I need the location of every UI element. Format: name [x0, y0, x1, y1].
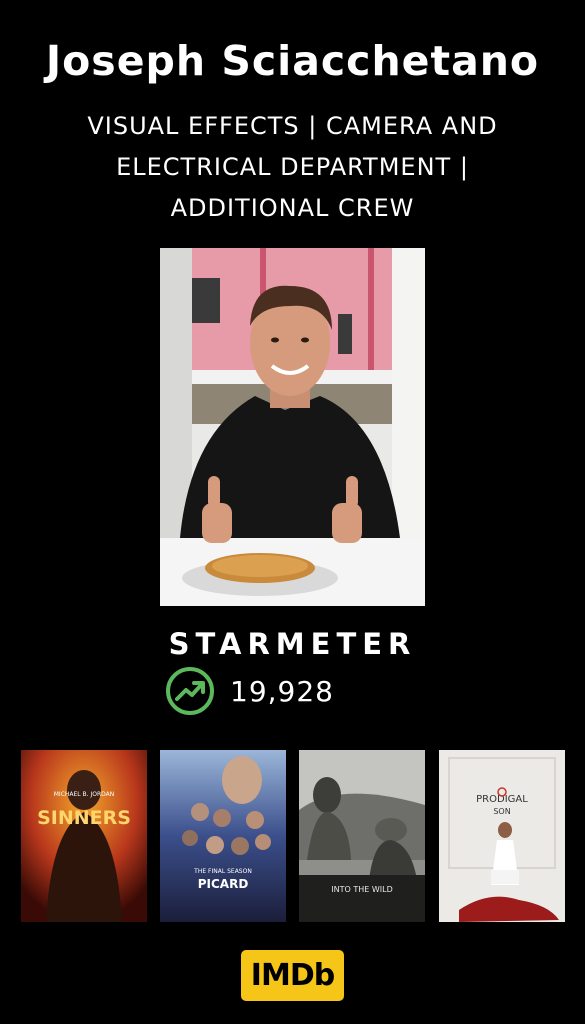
starmeter-rank: 19,928	[165, 664, 334, 718]
poster-picard-title: PICARD	[198, 877, 249, 891]
person-name: Joseph Sciacchetano	[45, 37, 540, 85]
poster-into-the-wild-title: INTO THE WILD	[331, 885, 392, 894]
poster-sinners-title: SINNERS	[37, 807, 131, 829]
person-roles: VISUAL EFFECTS | CAMERA AND ELECTRICAL D…	[40, 106, 545, 229]
roles-line-3: ADDITIONAL CREW	[170, 194, 415, 222]
roles-line-1: VISUAL EFFECTS | CAMERA AND	[87, 112, 498, 140]
poster-prodigal-son-art: PRODIGAL SON	[439, 750, 565, 922]
poster-sinners[interactable]: MICHAEL B. JORDAN SINNERS	[21, 750, 147, 922]
profile-photo[interactable]	[160, 248, 425, 606]
poster-picard[interactable]: THE FINAL SEASON PICARD	[160, 750, 286, 922]
poster-picard-credit: THE FINAL SEASON	[193, 868, 252, 875]
imdb-logo[interactable]: IMDb	[241, 950, 344, 1001]
starmeter-value: 19,928	[230, 674, 334, 708]
starmeter-label: STARMETER	[168, 627, 417, 661]
roles-line-2: ELECTRICAL DEPARTMENT |	[116, 153, 469, 181]
poster-prodigal-son[interactable]: PRODIGAL SON	[439, 750, 565, 922]
poster-into-the-wild[interactable]: INTO THE WILD	[299, 750, 425, 922]
poster-prodigal-son-subtitle: SON	[493, 807, 510, 816]
profile-photo-image	[160, 248, 425, 606]
trending-up-icon	[166, 667, 214, 715]
poster-sinners-credit: MICHAEL B. JORDAN	[54, 791, 115, 798]
poster-sinners-art: MICHAEL B. JORDAN SINNERS	[21, 750, 147, 922]
poster-into-the-wild-art: INTO THE WILD	[299, 750, 425, 922]
imdb-logo-text: IMDb	[250, 958, 335, 993]
poster-picard-art: THE FINAL SEASON PICARD	[160, 750, 286, 922]
